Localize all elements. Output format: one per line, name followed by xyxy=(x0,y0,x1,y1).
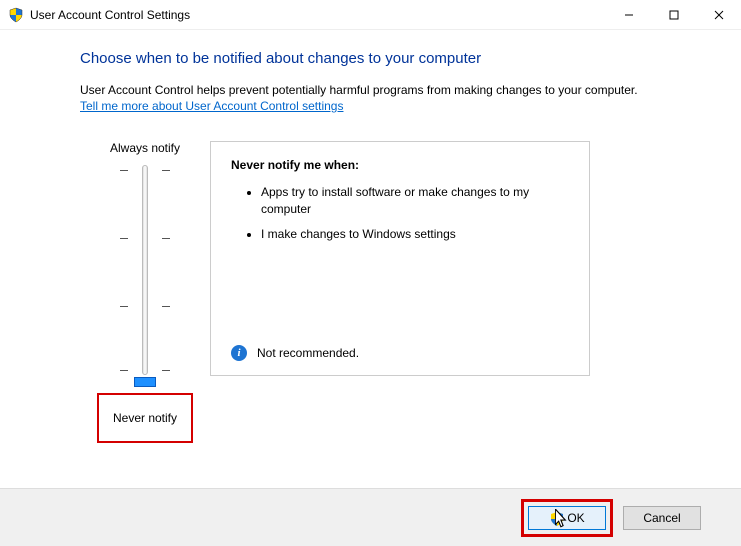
slider-label-always: Always notify xyxy=(80,141,210,155)
learn-more-link[interactable]: Tell me more about User Account Control … xyxy=(80,99,343,113)
ok-button-label: OK xyxy=(567,511,584,525)
page-heading: Choose when to be notified about changes… xyxy=(80,50,701,67)
detail-list: Apps try to install software or make cha… xyxy=(231,184,569,242)
cancel-button-label: Cancel xyxy=(643,511,680,525)
ok-button[interactable]: OK xyxy=(528,506,606,530)
slider-column: Always notify Never notify xyxy=(80,141,210,443)
slider-thumb[interactable] xyxy=(134,377,156,387)
recommendation-text: Not recommended. xyxy=(257,346,359,360)
slider-label-never: Never notify xyxy=(113,411,177,425)
uac-shield-icon xyxy=(8,7,24,23)
recommendation-row: i Not recommended. xyxy=(231,345,359,361)
cancel-button[interactable]: Cancel xyxy=(623,506,701,530)
window-controls xyxy=(606,0,741,30)
dialog-footer: OK Cancel xyxy=(0,488,741,546)
minimize-button[interactable] xyxy=(606,0,651,30)
window-title: User Account Control Settings xyxy=(30,8,190,22)
detail-item-2: I make changes to Windows settings xyxy=(261,226,569,243)
slider-area: Always notify Never notify Never notify … xyxy=(80,141,701,443)
slider-rail xyxy=(142,165,148,375)
highlight-ok-button: OK xyxy=(521,499,613,537)
description-text: User Account Control helps prevent poten… xyxy=(80,83,701,97)
detail-panel: Never notify me when: Apps try to instal… xyxy=(210,141,590,376)
notification-slider[interactable] xyxy=(80,165,210,385)
title-bar: User Account Control Settings xyxy=(0,0,741,30)
detail-item-1: Apps try to install software or make cha… xyxy=(261,184,569,218)
uac-shield-icon xyxy=(549,511,563,525)
close-button[interactable] xyxy=(696,0,741,30)
main-content: Choose when to be notified about changes… xyxy=(0,30,741,443)
detail-title: Never notify me when: xyxy=(231,158,569,172)
info-icon: i xyxy=(231,345,247,361)
maximize-button[interactable] xyxy=(651,0,696,30)
highlight-never-notify: Never notify xyxy=(97,393,193,443)
